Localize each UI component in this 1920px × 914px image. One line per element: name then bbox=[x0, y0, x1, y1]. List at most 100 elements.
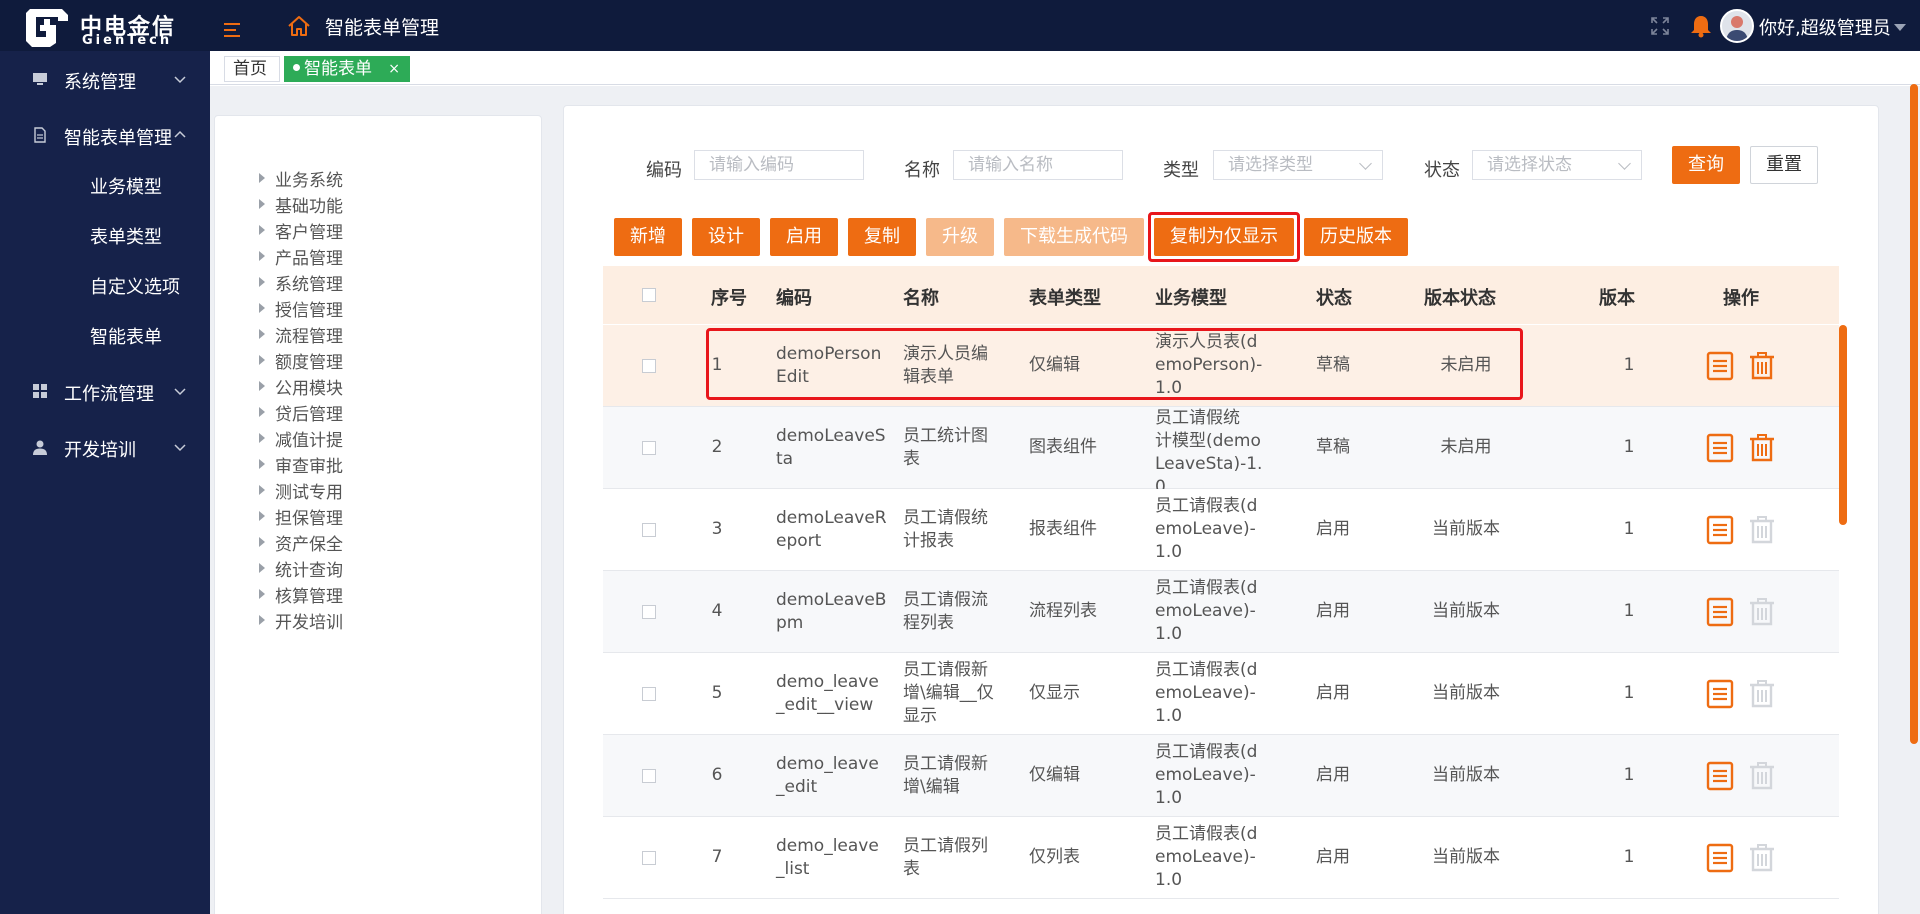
upgrade-button[interactable]: 升级 bbox=[926, 218, 994, 256]
select-all-checkbox[interactable] bbox=[642, 288, 656, 302]
edit-document-icon[interactable] bbox=[1706, 597, 1734, 627]
sidebar-item-system[interactable]: 系统管理 bbox=[0, 59, 210, 99]
caret-right-icon[interactable] bbox=[259, 277, 265, 287]
caret-right-icon[interactable] bbox=[259, 563, 265, 573]
table-row[interactable]: 5 demo_leave _edit__view 员工请假新 增\编辑__仅 显示 仅… bbox=[603, 653, 1839, 735]
caret-right-icon[interactable] bbox=[259, 355, 265, 365]
caret-right-icon[interactable] bbox=[259, 459, 265, 469]
menu-toggle-icon[interactable] bbox=[224, 22, 242, 38]
user-icon bbox=[33, 440, 47, 455]
status-select[interactable]: 请选择状态 bbox=[1472, 150, 1642, 180]
cell-version: 1 bbox=[1623, 437, 1635, 457]
caret-right-icon[interactable] bbox=[259, 433, 265, 443]
caret-right-icon[interactable] bbox=[259, 589, 265, 599]
table-row[interactable]: 6 demo_leave _edit 员工请假新 增\编辑 仅编辑 员工请假表(d em… bbox=[603, 735, 1839, 817]
delete-trash-icon[interactable] bbox=[1748, 515, 1776, 545]
sidebar-item-workflow[interactable]: 工作流管理 bbox=[0, 371, 210, 411]
sidebar-subitem-custom-options[interactable]: 自定义选项 bbox=[0, 266, 210, 302]
avatar[interactable] bbox=[1720, 9, 1754, 43]
tab-close-icon[interactable]: × bbox=[388, 57, 400, 81]
row-checkbox[interactable] bbox=[642, 359, 656, 373]
cell-form-type: 图表组件 bbox=[1029, 437, 1097, 457]
table-row[interactable]: 2 demoLeaveS ta 员工统计图 表 图表组件 员工请假统 计模型(demo … bbox=[603, 407, 1839, 497]
name-input[interactable]: 请输入名称 bbox=[953, 150, 1123, 180]
user-menu-caret-icon[interactable] bbox=[1894, 24, 1906, 31]
add-button[interactable]: 新增 bbox=[614, 218, 682, 256]
caret-right-icon[interactable] bbox=[259, 407, 265, 417]
notification-bell-icon[interactable] bbox=[1688, 13, 1714, 39]
table-row[interactable]: 3 demoLeaveR eport 员工请假统 计报表 报表组件 员工请假表(d em… bbox=[603, 489, 1839, 571]
sidebar-item-smart-form[interactable]: 智能表单管理 bbox=[0, 115, 210, 155]
caret-right-icon[interactable] bbox=[259, 225, 265, 235]
row-checkbox[interactable] bbox=[642, 851, 656, 865]
row-checkbox[interactable] bbox=[642, 523, 656, 537]
enable-button[interactable]: 启用 bbox=[770, 218, 838, 256]
reset-button[interactable]: 重置 bbox=[1750, 146, 1818, 184]
status-select-placeholder: 请选择状态 bbox=[1487, 155, 1572, 175]
cell-version-status: 未启用 bbox=[1440, 355, 1492, 375]
table-row[interactable]: 4 demoLeaveB pm 员工请假流 程列表 流程列表 员工请假表(d emoLe… bbox=[603, 571, 1839, 653]
row-checkbox[interactable] bbox=[642, 769, 656, 783]
caret-right-icon[interactable] bbox=[259, 511, 265, 521]
sidebar-subitem-business-model[interactable]: 业务模型 bbox=[0, 166, 210, 202]
history-version-button[interactable]: 历史版本 bbox=[1304, 218, 1408, 256]
row-checkbox[interactable] bbox=[642, 441, 656, 455]
copy-button[interactable]: 复制 bbox=[848, 218, 916, 256]
user-greeting[interactable]: 你好,超级管理员 bbox=[1759, 14, 1891, 40]
row-checkbox[interactable] bbox=[642, 605, 656, 619]
edit-document-icon[interactable] bbox=[1706, 515, 1734, 545]
design-button[interactable]: 设计 bbox=[692, 218, 760, 256]
cell-index: 2 bbox=[711, 437, 723, 457]
copy-as-display-button[interactable]: 复制为仅显示 bbox=[1154, 218, 1294, 256]
download-code-button[interactable]: 下载生成代码 bbox=[1004, 218, 1144, 256]
home-icon[interactable] bbox=[286, 13, 312, 39]
tree-node-label: 授信管理 bbox=[275, 301, 343, 321]
tab-home[interactable]: 首页 bbox=[224, 56, 280, 82]
delete-trash-icon[interactable] bbox=[1748, 351, 1776, 381]
delete-trash-icon[interactable] bbox=[1748, 597, 1776, 627]
cell-version: 1 bbox=[1623, 765, 1635, 785]
cell-version-status: 当前版本 bbox=[1432, 765, 1500, 785]
caret-right-icon[interactable] bbox=[259, 615, 265, 625]
sidebar-subitem-smart-form[interactable]: 智能表单 bbox=[0, 316, 210, 352]
caret-right-icon[interactable] bbox=[259, 485, 265, 495]
sidebar-subitem-form-type[interactable]: 表单类型 bbox=[0, 216, 210, 252]
table-row[interactable]: 1 demoPerson Edit 演示人员编 辑表单 仅编辑 演示人员表(d emoP… bbox=[603, 325, 1839, 407]
delete-trash-icon[interactable] bbox=[1748, 843, 1776, 873]
type-select[interactable]: 请选择类型 bbox=[1213, 150, 1383, 180]
monitor-icon bbox=[33, 73, 47, 85]
code-input[interactable]: 请输入编码 bbox=[694, 150, 864, 180]
delete-trash-icon[interactable] bbox=[1748, 679, 1776, 709]
page-scrollbar[interactable] bbox=[1910, 84, 1918, 744]
col-form-type: 表单类型 bbox=[1029, 288, 1101, 309]
query-button[interactable]: 查询 bbox=[1672, 146, 1740, 184]
table-scrollbar[interactable] bbox=[1839, 325, 1847, 525]
edit-document-icon[interactable] bbox=[1706, 843, 1734, 873]
caret-right-icon[interactable] bbox=[259, 329, 265, 339]
caret-right-icon[interactable] bbox=[259, 199, 265, 209]
tab-smart-form[interactable]: 智能表单 × bbox=[284, 56, 410, 82]
col-model: 业务模型 bbox=[1155, 288, 1227, 309]
cell-status: 启用 bbox=[1316, 519, 1350, 539]
caret-right-icon[interactable] bbox=[259, 381, 265, 391]
caret-right-icon[interactable] bbox=[259, 173, 265, 183]
tree-node-label: 额度管理 bbox=[275, 353, 343, 373]
sidebar-item-label: 智能表单管理 bbox=[64, 128, 172, 149]
edit-document-icon[interactable] bbox=[1706, 351, 1734, 381]
caret-right-icon[interactable] bbox=[259, 303, 265, 313]
cell-form-type: 仅列表 bbox=[1029, 847, 1080, 867]
caret-right-icon[interactable] bbox=[259, 251, 265, 261]
col-version-status: 版本状态 bbox=[1424, 288, 1496, 309]
top-header: 中电金信 GienTech 智能表单管理 你好,超级管理员 bbox=[0, 0, 1920, 51]
edit-document-icon[interactable] bbox=[1706, 761, 1734, 791]
sidebar-item-dev-training[interactable]: 开发培训 bbox=[0, 427, 210, 467]
delete-trash-icon[interactable] bbox=[1748, 761, 1776, 791]
row-checkbox[interactable] bbox=[642, 687, 656, 701]
cell-name: 员工请假列 表 bbox=[903, 836, 988, 879]
fullscreen-icon[interactable] bbox=[1650, 16, 1670, 36]
table-row[interactable]: 7 demo_leave _list 员工请假列 表 仅列表 员工请假表(d emoLe… bbox=[603, 817, 1839, 899]
edit-document-icon[interactable] bbox=[1706, 679, 1734, 709]
caret-right-icon[interactable] bbox=[259, 537, 265, 547]
edit-document-icon[interactable] bbox=[1706, 433, 1734, 463]
delete-trash-icon[interactable] bbox=[1748, 433, 1776, 463]
